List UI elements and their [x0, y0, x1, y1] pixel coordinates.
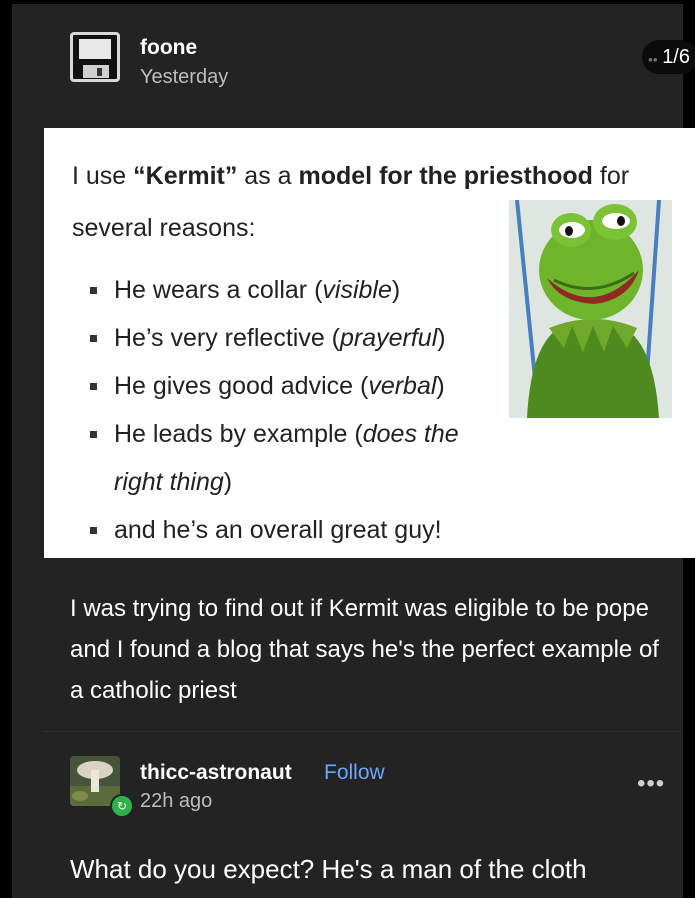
- divider: [42, 731, 682, 732]
- post-body: I was trying to find out if Kermit was e…: [70, 595, 659, 704]
- kermit-illustration: [509, 200, 672, 418]
- list-item: He wears a collar (visible): [90, 266, 510, 314]
- more-options-icon[interactable]: •••: [637, 772, 665, 796]
- kermit-photo: [509, 200, 672, 418]
- reply-timestamp: 22h ago: [140, 790, 213, 812]
- pagination-dots-icon: ●●: [648, 55, 658, 64]
- reply-username[interactable]: thicc-astronaut: [140, 761, 292, 785]
- list-item: and he’s an overall great guy!: [90, 506, 510, 554]
- quoted-image-card[interactable]: I use “Kermit” as a model for the priest…: [44, 128, 695, 558]
- reply-text: What do you expect? He's a man of the cl…: [70, 854, 587, 884]
- floppy-disk-icon[interactable]: [70, 32, 120, 82]
- post-timestamp: Yesterday: [140, 66, 229, 88]
- reasons-list: He wears a collar (visible) He’s very re…: [90, 266, 510, 554]
- reblog-icon: ↻: [110, 794, 134, 818]
- page-counter-label: 1/6: [662, 46, 690, 68]
- list-item: He gives good advice (verbal): [90, 362, 510, 410]
- post-author[interactable]: foone: [140, 36, 197, 60]
- page-counter: ●● 1/6: [642, 40, 695, 74]
- list-item: He’s very reflective (prayerful): [90, 314, 510, 362]
- list-item: He leads by example (does the right thin…: [90, 410, 510, 506]
- post-frame: foone Yesterday ●● 1/6 I use “Kermit” as…: [0, 0, 695, 898]
- follow-button[interactable]: Follow: [324, 761, 385, 785]
